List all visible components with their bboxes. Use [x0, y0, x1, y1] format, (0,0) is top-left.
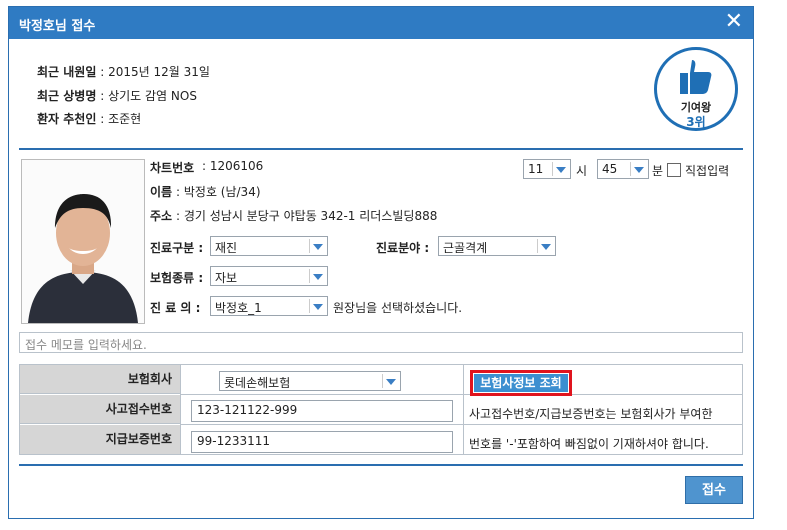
chevron-down-icon	[630, 162, 646, 176]
doctor-select[interactable]: 박정호_1	[210, 296, 328, 316]
payment-guarantee-input[interactable]: 99-1233111	[191, 431, 453, 453]
chart-number-value: : 1206106	[202, 159, 264, 173]
name-label: 이름	[150, 185, 173, 199]
thumbs-up-icon	[680, 60, 712, 94]
chevron-down-icon	[309, 239, 325, 253]
visit-type-label: 진료구분 :	[150, 241, 204, 255]
accident-number-label: 사고접수번호	[20, 395, 180, 424]
field-select[interactable]: 근골격계	[438, 236, 556, 256]
doctor-label: 진 료 의 :	[150, 301, 201, 315]
field-label: 진료분야 :	[376, 241, 430, 255]
hour-select[interactable]: 11	[523, 159, 571, 179]
doctor-value: 박정호_1	[215, 301, 262, 315]
insurance-note-2: 번호를 '-'포함하여 빠짐없이 기재하셔야 합니다.	[469, 437, 709, 451]
row-divider	[180, 424, 742, 425]
title-bar: 박정호님 접수 ✕	[9, 7, 753, 39]
referrer-label: 환자 추천인	[37, 112, 97, 126]
column-divider	[463, 365, 464, 454]
referrer: 환자 추천인 : 조준현	[37, 110, 141, 127]
column-divider	[180, 365, 181, 454]
insurance-company-value: 롯데손해보험	[224, 376, 291, 390]
badge-rank: 3위	[686, 115, 706, 129]
visit-type-value: 재진	[215, 241, 238, 255]
chart-number-label: 차트번호	[150, 161, 195, 175]
hour-unit: 시	[576, 164, 588, 178]
contribution-badge: 기여왕 3위	[654, 47, 738, 131]
memo-input[interactable]: 접수 메모를 입력하세요.	[19, 332, 743, 353]
hour-value: 11	[528, 162, 544, 176]
payment-guarantee-label: 지급보증번호	[20, 425, 180, 454]
insurance-table: 보험회사 사고접수번호 지급보증번호 롯데손해보험 보험사정보 조회 123-1…	[19, 364, 743, 455]
chevron-down-icon	[552, 162, 568, 176]
recent-disease-value: : 상기도 감염 NOS	[96, 89, 197, 103]
chevron-down-icon	[382, 374, 398, 388]
recent-visit-label: 최근 내원일	[37, 65, 97, 79]
insurance-company-select[interactable]: 롯데손해보험	[219, 371, 401, 391]
field-value: 근골격계	[443, 241, 488, 255]
address-label: 주소	[150, 209, 173, 223]
divider	[19, 148, 743, 150]
recent-visit: 최근 내원일 : 2015년 12월 31일	[37, 63, 210, 80]
insurance-note-1: 사고접수번호/지급보증번호는 보험회사가 부여한	[469, 407, 713, 421]
recent-visit-value: : 2015년 12월 31일	[96, 65, 210, 79]
reception-dialog: 박정호님 접수 ✕ 최근 내원일 : 2015년 12월 31일 최근 상병명 …	[8, 6, 754, 519]
referrer-value: : 조준현	[96, 112, 142, 126]
row-divider	[180, 394, 742, 395]
chevron-down-icon	[537, 239, 553, 253]
accident-number-input[interactable]: 123-121122-999	[191, 400, 453, 422]
insurance-type-value: 자보	[215, 271, 238, 285]
recent-disease-label: 최근 상병명	[37, 89, 97, 103]
doctor-note: 원장님을 선택하셨습니다.	[333, 301, 463, 315]
insurance-company-label: 보험회사	[20, 365, 180, 394]
patient-photo	[21, 159, 145, 324]
minute-unit: 분	[652, 164, 664, 178]
divider	[19, 464, 743, 466]
recent-disease: 최근 상병명 : 상기도 감염 NOS	[37, 87, 197, 104]
insurance-type-select[interactable]: 자보	[210, 266, 328, 286]
insurance-type-label: 보험종류 :	[150, 271, 204, 285]
name-value: : 박정호 (남/34)	[176, 185, 261, 199]
minute-value: 45	[602, 162, 618, 176]
close-icon[interactable]: ✕	[725, 10, 743, 34]
minute-select[interactable]: 45	[597, 159, 649, 179]
insurance-lookup-button[interactable]: 보험사정보 조회	[470, 370, 572, 396]
chevron-down-icon	[309, 269, 325, 283]
visit-type-select[interactable]: 재진	[210, 236, 328, 256]
manual-input-checkbox[interactable]	[667, 163, 681, 177]
dialog-title: 박정호님 접수	[19, 19, 96, 34]
chevron-down-icon	[309, 299, 325, 313]
submit-button[interactable]: 접수	[685, 476, 743, 504]
manual-input-label: 직접입력	[685, 164, 730, 178]
insurance-lookup-label: 보험사정보 조회	[474, 374, 568, 392]
address-value: : 경기 성남시 분당구 야탑동 342-1 리더스빌딩888	[176, 209, 438, 223]
